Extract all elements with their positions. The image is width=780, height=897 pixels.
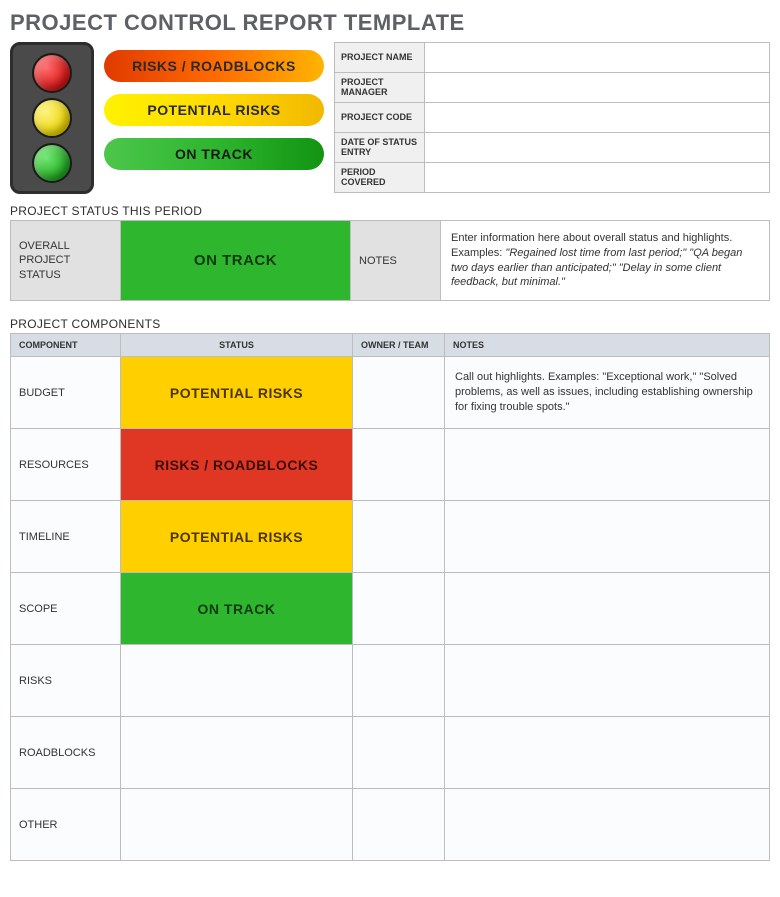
traffic-light-icon xyxy=(10,42,94,194)
component-status-cell[interactable] xyxy=(121,645,353,717)
legend-pill-ontrack: ON TRACK xyxy=(104,138,324,170)
components-table: COMPONENT STATUS OWNER / TEAM NOTES BUDG… xyxy=(10,333,770,861)
overall-notes-label: NOTES xyxy=(351,221,441,301)
legend-pill-risks: RISKS / ROADBLOCKS xyxy=(104,50,324,82)
meta-value[interactable] xyxy=(425,133,770,163)
component-status-value: ON TRACK xyxy=(121,573,352,644)
component-notes[interactable] xyxy=(445,573,770,645)
component-status-cell[interactable] xyxy=(121,717,353,789)
component-owner[interactable] xyxy=(353,357,445,429)
table-row: RESOURCESRISKS / ROADBLOCKS xyxy=(11,429,770,501)
component-name: TIMELINE xyxy=(11,501,121,573)
overall-notes-cell[interactable]: Enter information here about overall sta… xyxy=(441,221,770,301)
meta-label: PROJECT MANAGER xyxy=(335,73,425,103)
component-notes[interactable] xyxy=(445,645,770,717)
table-row: BUDGETPOTENTIAL RISKS Call out highlights… xyxy=(11,357,770,429)
component-name: OTHER xyxy=(11,789,121,861)
meta-value[interactable] xyxy=(425,43,770,73)
section-heading-status: PROJECT STATUS THIS PERIOD xyxy=(10,204,770,218)
component-notes[interactable] xyxy=(445,501,770,573)
top-row: RISKS / ROADBLOCKS POTENTIAL RISKS ON TR… xyxy=(10,42,770,194)
component-status-value xyxy=(121,717,352,788)
component-notes[interactable] xyxy=(445,429,770,501)
component-status-value xyxy=(121,645,352,716)
col-header-status: STATUS xyxy=(121,334,353,357)
component-name: ROADBLOCKS xyxy=(11,717,121,789)
component-notes[interactable]: Call out highlights. Examples: "Exceptio… xyxy=(445,357,770,429)
col-header-component: COMPONENT xyxy=(11,334,121,357)
traffic-light-red-icon xyxy=(32,53,72,93)
component-status-cell[interactable]: POTENTIAL RISKS xyxy=(121,357,353,429)
component-name: RISKS xyxy=(11,645,121,717)
page-title: PROJECT CONTROL REPORT TEMPLATE xyxy=(10,10,770,36)
meta-label: PROJECT NAME xyxy=(335,43,425,73)
component-status-cell[interactable]: POTENTIAL RISKS xyxy=(121,501,353,573)
traffic-light-yellow-icon xyxy=(32,98,72,138)
legend-pill-potential: POTENTIAL RISKS xyxy=(104,94,324,126)
col-header-owner: OWNER / TEAM xyxy=(353,334,445,357)
component-status-value: POTENTIAL RISKS xyxy=(121,501,352,572)
table-row: OTHER xyxy=(11,789,770,861)
component-owner[interactable] xyxy=(353,789,445,861)
component-notes[interactable] xyxy=(445,789,770,861)
meta-value[interactable] xyxy=(425,163,770,193)
table-row: TIMELINEPOTENTIAL RISKS xyxy=(11,501,770,573)
component-status-cell[interactable] xyxy=(121,789,353,861)
overall-status-cell[interactable]: ON TRACK xyxy=(121,221,351,301)
component-owner[interactable] xyxy=(353,645,445,717)
table-row: SCOPEON TRACK xyxy=(11,573,770,645)
component-owner[interactable] xyxy=(353,717,445,789)
status-legend: RISKS / ROADBLOCKS POTENTIAL RISKS ON TR… xyxy=(104,42,324,178)
component-name: SCOPE xyxy=(11,573,121,645)
component-owner[interactable] xyxy=(353,573,445,645)
table-row: RISKS xyxy=(11,645,770,717)
col-header-notes: NOTES xyxy=(445,334,770,357)
component-name: BUDGET xyxy=(11,357,121,429)
section-heading-components: PROJECT COMPONENTS xyxy=(10,317,770,331)
status-this-period-table: OVERALL PROJECT STATUS ON TRACK NOTES En… xyxy=(10,220,770,301)
project-meta-table: PROJECT NAMEPROJECT MANAGERPROJECT CODED… xyxy=(334,42,770,193)
meta-label: DATE OF STATUS ENTRY xyxy=(335,133,425,163)
table-row: ROADBLOCKS xyxy=(11,717,770,789)
overall-status-label: OVERALL PROJECT STATUS xyxy=(11,221,121,301)
meta-label: PERIOD COVERED xyxy=(335,163,425,193)
meta-value[interactable] xyxy=(425,73,770,103)
traffic-light-green-icon xyxy=(32,143,72,183)
component-owner[interactable] xyxy=(353,501,445,573)
component-notes[interactable] xyxy=(445,717,770,789)
component-owner[interactable] xyxy=(353,429,445,501)
meta-label: PROJECT CODE xyxy=(335,103,425,133)
component-status-value xyxy=(121,789,352,860)
component-status-cell[interactable]: RISKS / ROADBLOCKS xyxy=(121,429,353,501)
component-name: RESOURCES xyxy=(11,429,121,501)
component-status-cell[interactable]: ON TRACK xyxy=(121,573,353,645)
component-status-value: RISKS / ROADBLOCKS xyxy=(121,429,352,500)
overall-status-value: ON TRACK xyxy=(121,221,350,300)
meta-value[interactable] xyxy=(425,103,770,133)
component-status-value: POTENTIAL RISKS xyxy=(121,357,352,428)
